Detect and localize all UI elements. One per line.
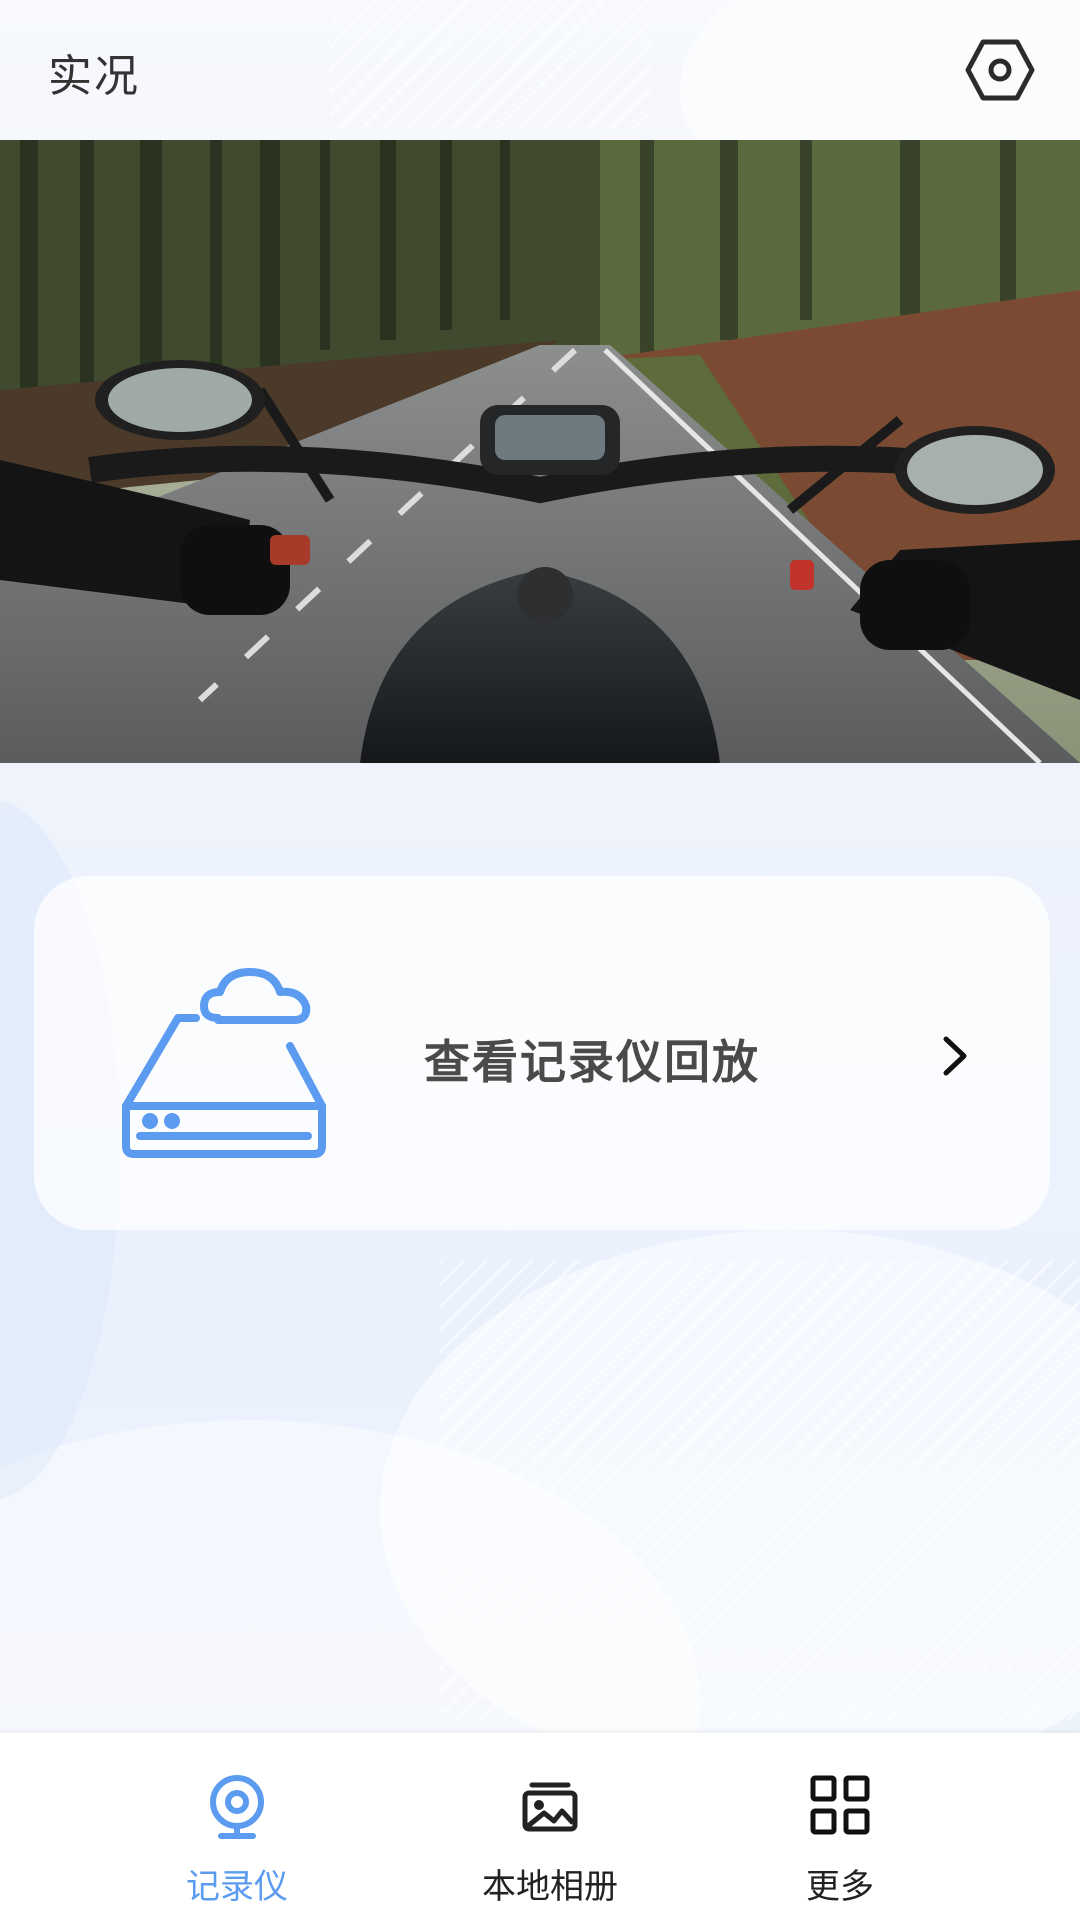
motorcycle-road-image bbox=[0, 140, 1080, 763]
settings-button[interactable] bbox=[948, 36, 1052, 108]
cloud-storage-drive-icon bbox=[118, 946, 330, 1162]
grid-icon bbox=[810, 1775, 870, 1839]
tab-recorder[interactable]: 记录仪 bbox=[127, 1733, 347, 1920]
camera-icon bbox=[209, 1775, 265, 1845]
album-icon bbox=[522, 1775, 578, 1837]
live-view-video[interactable] bbox=[0, 140, 1080, 763]
page-title: 实况 bbox=[48, 51, 140, 102]
top-bar: 实况 bbox=[0, 0, 1080, 140]
playback-label: 查看记录仪回放 bbox=[424, 1035, 760, 1089]
tab-local-album[interactable]: 本地相册 bbox=[440, 1733, 660, 1920]
bottom-tab-bar: 记录仪 本地相册 更多 bbox=[0, 1733, 1080, 1920]
hexagon-settings-icon bbox=[965, 39, 1035, 105]
chevron-right-icon bbox=[938, 1035, 972, 1081]
tab-label: 本地相册 bbox=[482, 1867, 618, 1907]
tab-label: 记录仪 bbox=[186, 1867, 288, 1907]
tab-label: 更多 bbox=[806, 1867, 874, 1907]
tab-more[interactable]: 更多 bbox=[730, 1733, 950, 1920]
